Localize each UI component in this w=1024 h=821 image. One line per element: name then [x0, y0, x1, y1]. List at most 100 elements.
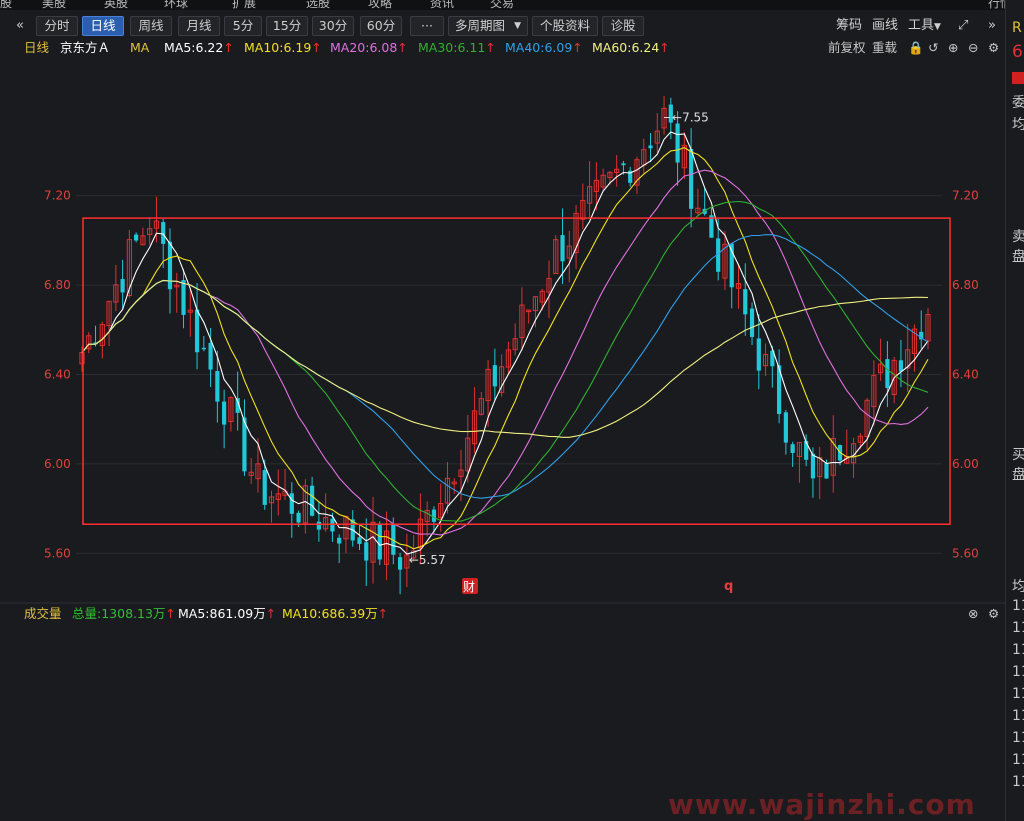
- tab-60min[interactable]: 60分: [360, 16, 402, 36]
- menu-item-extend[interactable]: 扩展: [232, 0, 256, 10]
- tab-30min[interactable]: 30分: [312, 16, 354, 36]
- double-chevron-right-icon[interactable]: »: [988, 17, 996, 35]
- menu-item-trade[interactable]: 交易: [490, 0, 514, 10]
- right-panel-item: 买: [1012, 444, 1024, 464]
- up-arrow-icon: ↑: [311, 40, 322, 55]
- low-price-label: ←5.57: [409, 553, 446, 567]
- ma30-text: MA30:6.11: [418, 40, 486, 55]
- candle-body-down: [898, 360, 904, 372]
- stock-info-button[interactable]: 个股资料: [532, 16, 598, 36]
- draw-line-button[interactable]: 画线: [872, 17, 898, 35]
- lock-icon[interactable]: 🔒: [908, 38, 924, 58]
- close-circle-icon[interactable]: ⊗: [968, 604, 978, 624]
- right-panel-item: 11: [1012, 686, 1024, 702]
- candle-body-down: [560, 235, 565, 262]
- caret-down-icon: ▼: [934, 22, 941, 32]
- right-panel-item: R: [1012, 20, 1022, 36]
- right-panel-item: 盘: [1012, 246, 1024, 266]
- volume-total-text: 总量:1308.13万: [72, 606, 166, 621]
- menu-item-news[interactable]: 资讯: [430, 0, 454, 10]
- right-panel-item: 均: [1012, 576, 1024, 596]
- multi-period-label: 多周期图: [455, 18, 506, 33]
- candle-body-down: [783, 412, 788, 443]
- candle-body-down: [310, 485, 315, 516]
- candle-body-down: [167, 241, 173, 290]
- right-panel-item: 11: [1012, 752, 1024, 768]
- up-arrow-icon: ↑: [377, 606, 389, 621]
- price-chart[interactable]: 7.20 7.20 6.80 6.80 6.40 6.40 6.00 6.00 5.60 5.60…: [0, 58, 1005, 604]
- reload-button[interactable]: 重载: [872, 38, 897, 58]
- multi-period-dropdown[interactable]: 多周期图 ▼: [448, 16, 528, 36]
- price-tick-right: 6.00: [952, 457, 979, 471]
- ma5-value: MA5:6.22↑: [164, 38, 234, 58]
- back-double-chevron-icon[interactable]: «: [16, 17, 24, 35]
- diagnose-button[interactable]: 诊股: [602, 16, 644, 36]
- ma20-value: MA20:6.08↑: [330, 38, 408, 58]
- top-menu-bar: 股 美股 英股 环球 扩展 选股 攻略 资讯 交易 行情服: [0, 0, 1024, 10]
- candle-body-down: [756, 338, 761, 371]
- price-tick-left: 7.20: [44, 189, 71, 203]
- candle-body-down: [804, 440, 809, 460]
- tab-monthly[interactable]: 月线: [178, 16, 220, 36]
- up-arrow-icon: ↑: [485, 40, 496, 55]
- tab-5min[interactable]: 5分: [224, 16, 262, 36]
- tab-15min[interactable]: 15分: [266, 16, 308, 36]
- tab-daily[interactable]: 日线: [82, 16, 124, 36]
- menu-item-global[interactable]: 环球: [164, 0, 188, 10]
- tab-intraday[interactable]: 分时: [36, 16, 78, 36]
- more-button[interactable]: ···: [410, 16, 444, 36]
- candle-body-down: [215, 371, 220, 402]
- candle-body-down: [208, 342, 213, 370]
- price-tick-left: 6.00: [44, 457, 71, 471]
- right-panel-item: 11: [1012, 708, 1024, 724]
- right-side-panel: R 6 委 均 卖 盘 买 盘 均 11 11 11 11 11 11 11 1…: [1005, 0, 1024, 821]
- finance-marker-text: 财: [463, 580, 475, 594]
- forward-adjust-button[interactable]: 前复权: [828, 38, 866, 58]
- menu-item-uk-stock[interactable]: 英股: [104, 0, 128, 10]
- candle-body-down: [201, 347, 206, 350]
- flag-icon: [1012, 72, 1024, 84]
- gear-icon[interactable]: ⚙: [988, 604, 999, 624]
- candle-body-down: [289, 493, 294, 514]
- gear-icon[interactable]: ⚙: [988, 38, 999, 58]
- expand-arrows-icon[interactable]: ⤢: [958, 17, 968, 35]
- ma40-text: MA40:6.09: [505, 40, 573, 55]
- price-tick-right: 6.40: [952, 368, 979, 382]
- right-panel-item: 11: [1012, 642, 1024, 658]
- volume-ma10-text: MA10:686.39万: [282, 606, 378, 621]
- candle-body-down: [296, 512, 301, 523]
- q-marker: q: [724, 579, 733, 594]
- tools-button[interactable]: 工具▼: [908, 17, 941, 36]
- right-panel-item: 6: [1012, 42, 1023, 62]
- candle-body-down: [648, 145, 653, 149]
- candle-body-down: [675, 123, 680, 163]
- plus-icon[interactable]: ⊕: [948, 38, 958, 58]
- menu-item-strategy[interactable]: 攻略: [368, 0, 392, 10]
- price-tick-left: 5.60: [44, 546, 71, 560]
- watermark: www.wajinzhi.com: [668, 788, 976, 821]
- minus-icon[interactable]: ⊖: [968, 38, 978, 58]
- candle-body-down: [885, 359, 890, 389]
- price-tick-left: 6.80: [44, 278, 71, 292]
- candle-body-down: [824, 463, 829, 479]
- up-arrow-icon: ↑: [572, 40, 583, 55]
- undo-icon[interactable]: ↺: [928, 38, 938, 58]
- right-panel-item: 盘: [1012, 464, 1024, 484]
- menu-item-stock[interactable]: 股: [0, 0, 12, 10]
- tab-weekly[interactable]: 周线: [130, 16, 172, 36]
- indicator-name[interactable]: MA: [130, 38, 149, 58]
- menu-item-stock-picker[interactable]: 选股: [306, 0, 330, 10]
- right-panel-item: 卖: [1012, 226, 1024, 246]
- stock-name: 京东方Ａ: [60, 40, 111, 55]
- up-arrow-icon: ↑: [659, 40, 670, 55]
- candle-body-down: [337, 537, 342, 544]
- chip-distribution-button[interactable]: 筹码: [836, 17, 862, 35]
- candle-body-down: [357, 537, 362, 544]
- volume-ma5: MA5:861.09万↑: [178, 604, 276, 624]
- price-tick-right: 5.60: [952, 546, 979, 560]
- menu-item-us-stock[interactable]: 美股: [42, 0, 66, 10]
- candle-body-down: [810, 453, 816, 479]
- volume-label: 成交量: [24, 606, 62, 621]
- ma40-value: MA40:6.09↑: [505, 38, 583, 58]
- up-arrow-icon: ↑: [265, 606, 277, 621]
